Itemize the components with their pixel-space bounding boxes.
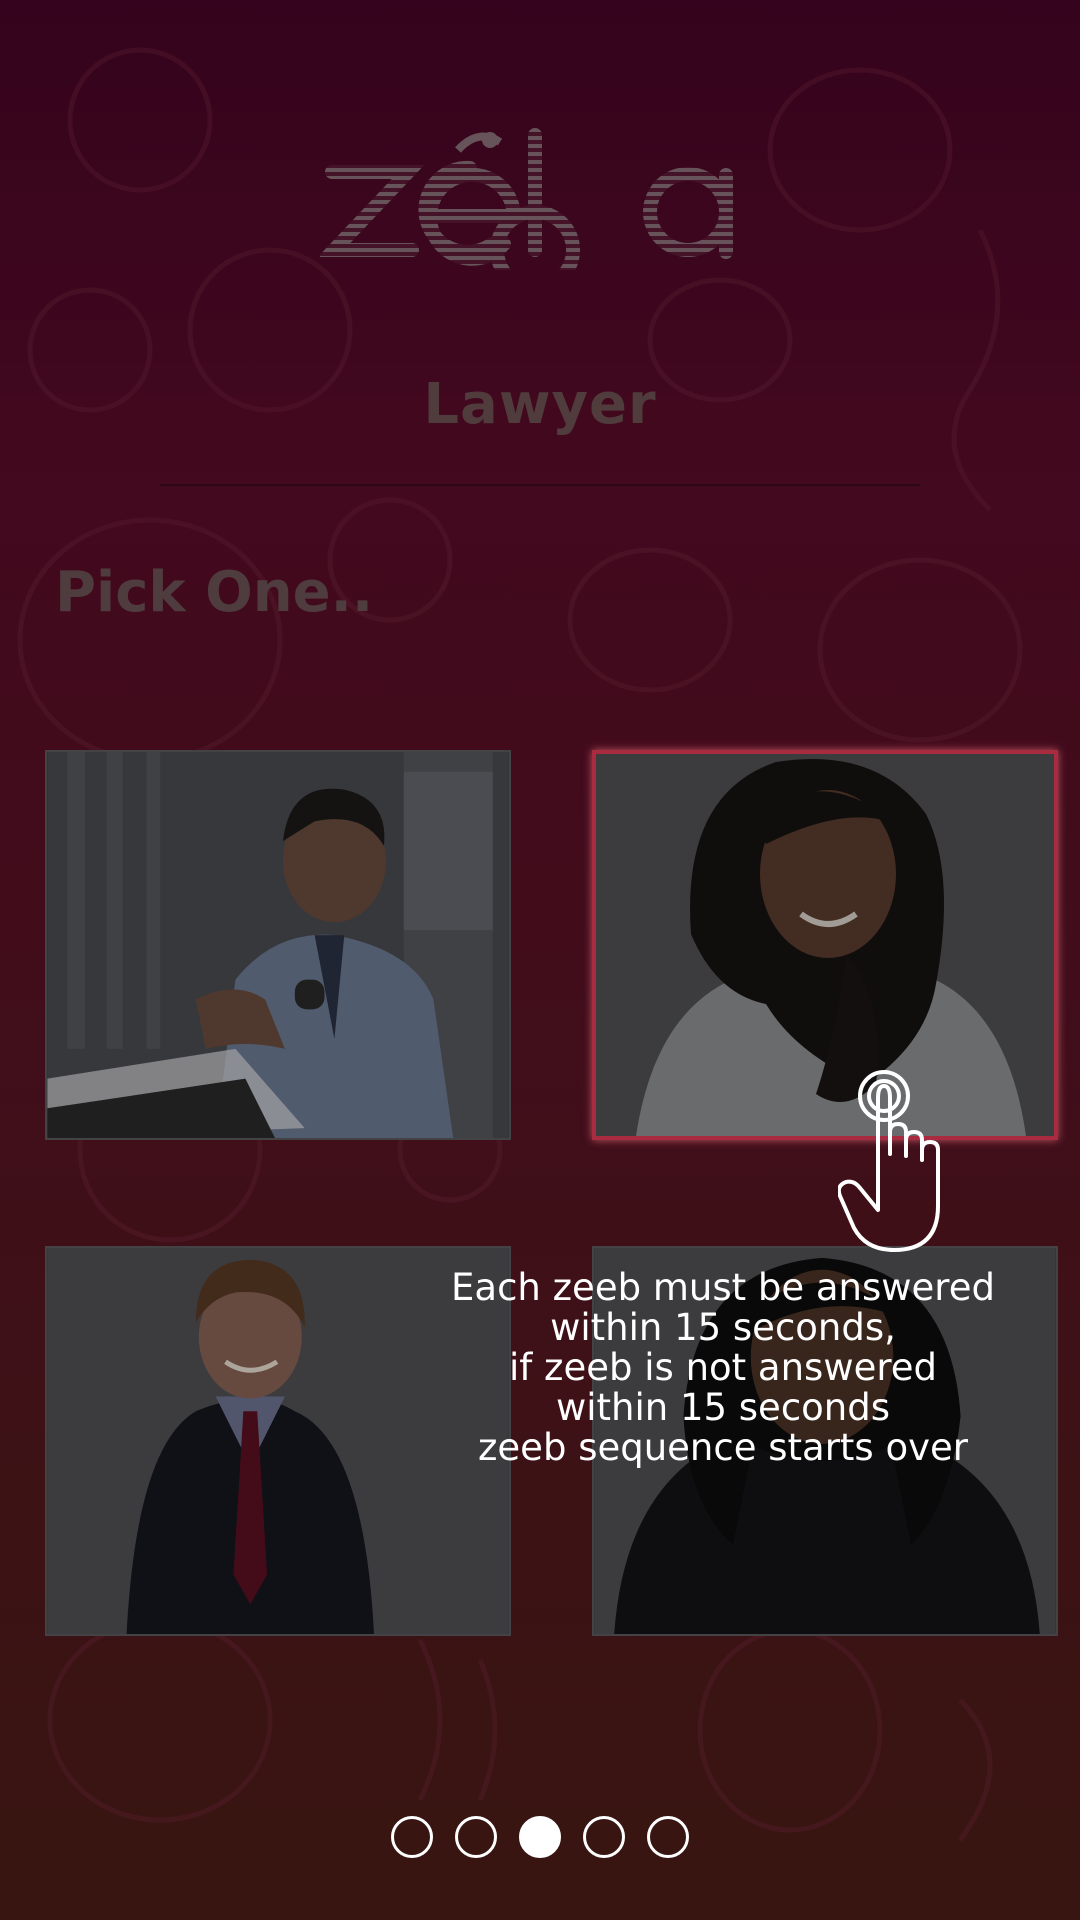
tap-hand-icon [838, 1070, 940, 1252]
pagination-dots [0, 1816, 1080, 1866]
zeeba-logo: zeeba [320, 120, 734, 270]
pick-one-prompt: Pick One.. [55, 560, 374, 625]
tooltip-line: Each zeeb must be answered [451, 1266, 995, 1309]
divider [160, 484, 920, 486]
man-with-laptop-image [47, 752, 509, 1138]
choice-woman-white-top[interactable] [592, 750, 1058, 1140]
page-dot-3-active[interactable] [519, 1816, 561, 1858]
tooltip-line: zeeb sequence starts over [478, 1426, 968, 1469]
tooltip-line: within 15 seconds, [550, 1306, 896, 1349]
woman-white-top-image [596, 754, 1054, 1136]
tutorial-tooltip: Each zeeb must be answered within 15 sec… [420, 1268, 1026, 1468]
logo-text: zeeba [320, 120, 323, 121]
choice-man-with-laptop[interactable] [45, 750, 511, 1140]
tooltip-line: within 15 seconds [555, 1386, 891, 1429]
page-dot-1[interactable] [391, 1816, 433, 1858]
category-title: Lawyer [423, 372, 657, 437]
page-dot-4[interactable] [583, 1816, 625, 1858]
tooltip-line: if zeeb is not answered [508, 1346, 937, 1389]
page-dot-2[interactable] [455, 1816, 497, 1858]
page-dot-5[interactable] [647, 1816, 689, 1858]
